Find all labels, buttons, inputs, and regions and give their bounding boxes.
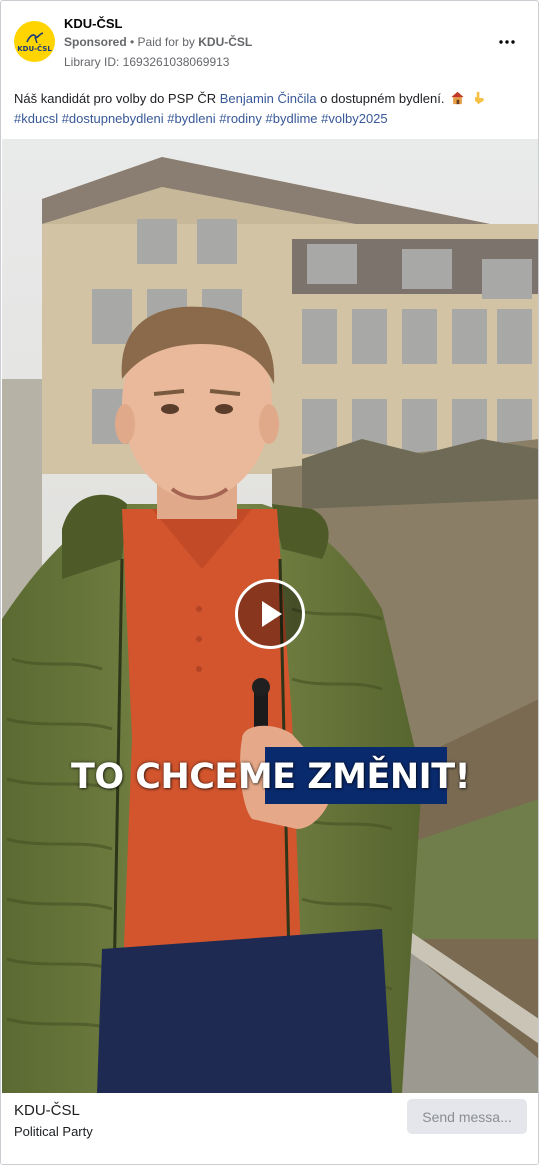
payer-name: KDU-ČSL bbox=[198, 35, 253, 49]
page-name-link[interactable]: KDU-ČSL bbox=[64, 16, 123, 31]
video-subtitle: TO CHCEME ZMĚNIT! bbox=[70, 757, 471, 797]
play-icon bbox=[262, 601, 282, 627]
house-emoji-icon bbox=[451, 91, 464, 105]
avatar-logo-text: KDU-ČSL bbox=[17, 44, 52, 53]
library-id: Library ID: 1693261038069913 bbox=[64, 55, 230, 69]
play-button[interactable] bbox=[235, 579, 305, 649]
more-dots-icon bbox=[499, 40, 515, 44]
send-message-button[interactable]: Send messa... bbox=[407, 1099, 527, 1134]
post-caption: Náš kandidát pro volby do PSP ČR Benjami… bbox=[14, 89, 529, 129]
post-header: KDU-ČSL KDU-ČSL Sponsored • Paid for by … bbox=[1, 1, 538, 81]
video-player[interactable]: TO CHCEME ZMĚNIT! bbox=[2, 139, 538, 1093]
post-footer: KDU-ČSL Political Party Send messa... bbox=[1, 1093, 538, 1164]
meta-separator: • bbox=[126, 35, 138, 49]
hashtags[interactable]: #kducsl #dostupnebydleni #bydleni #rodin… bbox=[14, 111, 388, 126]
caption-text-end: o dostupném bydlení. bbox=[316, 91, 445, 106]
more-options-button[interactable] bbox=[493, 31, 521, 53]
sponsored-label: Sponsored bbox=[64, 35, 127, 49]
kdu-logo-icon bbox=[25, 31, 43, 43]
paid-for-label: Paid for by bbox=[137, 35, 199, 49]
footer-category: Political Party bbox=[14, 1124, 93, 1139]
page-avatar[interactable]: KDU-ČSL bbox=[14, 21, 55, 62]
candidate-link[interactable]: Benjamin Činčila bbox=[220, 91, 317, 106]
pointing-down-icon bbox=[474, 91, 484, 105]
sponsored-post-card: KDU-ČSL KDU-ČSL Sponsored • Paid for by … bbox=[0, 0, 539, 1165]
caption-text-start: Náš kandidát pro volby do PSP ČR bbox=[14, 91, 220, 106]
footer-page-name[interactable]: KDU-ČSL bbox=[14, 1102, 80, 1119]
sponsored-line: Sponsored • Paid for by KDU-ČSL bbox=[64, 35, 252, 49]
